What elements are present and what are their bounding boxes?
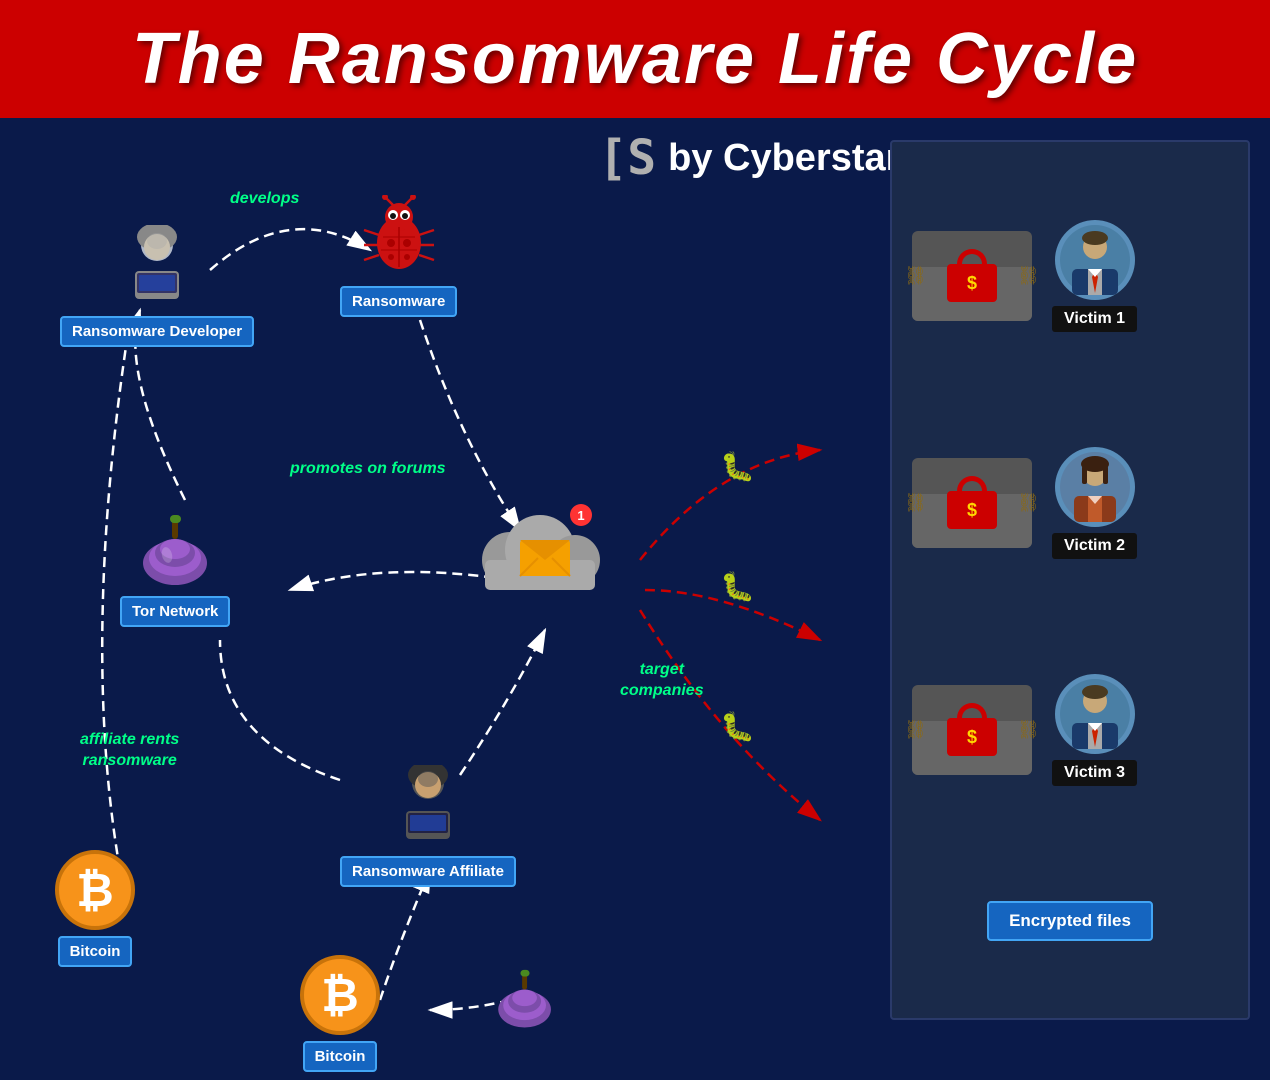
lock-body-3: $ xyxy=(947,718,997,756)
tor-label: Tor Network xyxy=(120,596,230,627)
victim-avatar-3 xyxy=(1055,674,1135,754)
tor-icon xyxy=(130,500,220,590)
victim-info-2: Victim 2 xyxy=(1052,447,1137,559)
lock-screen-2: ⛓ $ ⛓ xyxy=(912,458,1032,548)
bug-icon-3: 🐛 xyxy=(720,710,755,743)
chain-right-3: ⛓ xyxy=(1017,719,1040,740)
node-tor-bottom xyxy=(490,960,560,1030)
victim-avatar-1 xyxy=(1055,220,1135,300)
bitcoin-bottom-label: Bitcoin xyxy=(303,1041,378,1072)
label-affiliate: affiliate rentsransomware xyxy=(80,730,179,772)
label-target: targetcompanies xyxy=(620,660,704,702)
chain-left-2: ⛓ xyxy=(904,492,927,513)
victim-label-3: Victim 3 xyxy=(1052,760,1137,786)
notification-badge: 1 xyxy=(570,504,592,526)
label-develops: develops xyxy=(230,190,299,208)
victim-label-2: Victim 2 xyxy=(1052,533,1137,559)
affiliate-icon xyxy=(383,760,473,850)
ransomware-icon xyxy=(354,190,444,280)
victim-row-3: ⛓ $ ⛓ Victim 3 xyxy=(902,674,1238,786)
tor-bottom-icon xyxy=(490,960,560,1030)
lock-assembly-1: $ xyxy=(947,249,997,302)
node-bitcoin-left: ₿ Bitcoin xyxy=(55,850,135,967)
node-affiliate: Ransomware Affiliate xyxy=(340,760,516,887)
victim-info-3: Victim 3 xyxy=(1052,674,1137,786)
cloud-container: 1 xyxy=(470,500,610,610)
victim-avatar-2 xyxy=(1055,447,1135,527)
victim-info-1: Victim 1 xyxy=(1052,220,1137,332)
chain-left-3: ⛓ xyxy=(904,719,927,740)
bitcoin-bottom-icon: ₿ xyxy=(300,955,380,1035)
lock-screen-1: ⛓ $ ⛓ xyxy=(912,231,1032,321)
affiliate-label: Ransomware Affiliate xyxy=(340,856,516,887)
developer-label: Ransomware Developer xyxy=(60,316,254,347)
bitcoin-left-label: Bitcoin xyxy=(58,936,133,967)
bug-icon-2: 🐛 xyxy=(720,570,755,603)
lock-assembly-3: $ xyxy=(947,703,997,756)
chain-left-1: ⛓ xyxy=(904,265,927,286)
lock-body-1: $ xyxy=(947,264,997,302)
node-tor: Tor Network xyxy=(120,500,230,627)
victims-panel: ⛓ $ ⛓ xyxy=(890,140,1250,1020)
panel-footer: Encrypted files xyxy=(987,901,1153,941)
label-promotes: promotes on forums xyxy=(290,460,446,478)
header-bar: The Ransomware Life Cycle xyxy=(0,0,1270,118)
node-ransomware: Ransomware xyxy=(340,190,457,317)
chain-right-2: ⛓ xyxy=(1017,492,1040,513)
ransomware-label: Ransomware xyxy=(340,286,457,317)
bitcoin-left-icon: ₿ xyxy=(55,850,135,930)
lock-screen-3: ⛓ $ ⛓ xyxy=(912,685,1032,775)
victim-label-1: Victim 1 xyxy=(1052,306,1137,332)
node-bitcoin-bottom: ₿ Bitcoin xyxy=(300,955,380,1072)
lock-body-2: $ xyxy=(947,491,997,529)
victim-row-2: ⛓ $ ⛓ xyxy=(902,447,1238,559)
bug-icon-1: 🐛 xyxy=(720,450,755,483)
node-cloud: 1 xyxy=(470,500,610,610)
developer-icon xyxy=(112,220,202,310)
lock-assembly-2: $ xyxy=(947,476,997,529)
victim-row-1: ⛓ $ ⛓ xyxy=(902,220,1238,332)
node-developer: Ransomware Developer xyxy=(60,220,254,347)
chain-right-1: ⛓ xyxy=(1017,265,1040,286)
page-title: The Ransomware Life Cycle xyxy=(30,18,1240,100)
